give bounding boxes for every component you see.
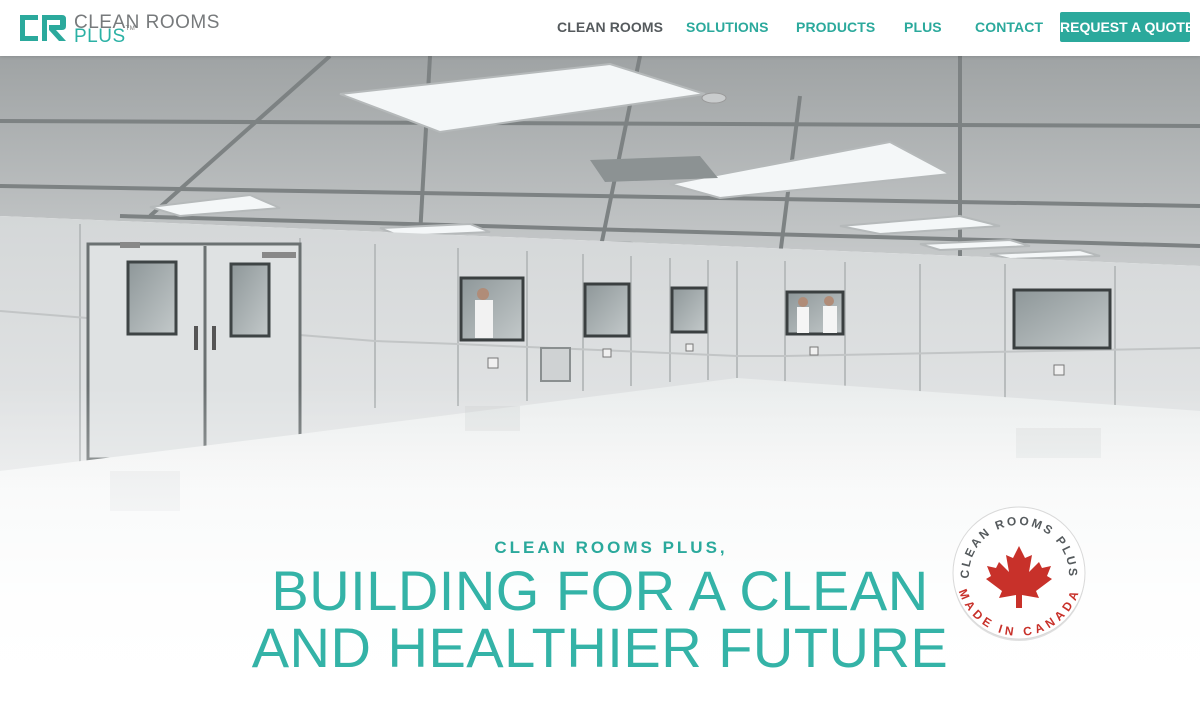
- nav-contact[interactable]: CONTACT: [975, 19, 1043, 35]
- nav-plus[interactable]: PLUS: [904, 19, 942, 35]
- main-nav: CLEAN ROOMS SOLUTIONS PRODUCTS PLUS CONT…: [0, 0, 1200, 56]
- hero-section: CLEAN ROOMS PLUS MADE IN CANADA CLEAN RO…: [0, 56, 1200, 701]
- site-header: CLEAN ROOMS PLUSTM CLEAN ROOMS SOLUTIONS…: [0, 0, 1200, 56]
- nav-solutions[interactable]: SOLUTIONS: [686, 19, 769, 35]
- nav-products[interactable]: PRODUCTS: [796, 19, 875, 35]
- nav-clean-rooms[interactable]: CLEAN ROOMS: [557, 19, 663, 35]
- hero-headline-line1: BUILDING FOR A CLEAN: [271, 559, 929, 622]
- hero-headline: BUILDING FOR A CLEAN AND HEALTHIER FUTUR…: [0, 562, 1200, 676]
- hero-kicker: CLEAN ROOMS PLUS,: [494, 538, 728, 557]
- hero-headline-line2: AND HEALTHIER FUTURE: [251, 616, 949, 679]
- request-quote-button[interactable]: REQUEST A QUOTE: [1060, 12, 1194, 42]
